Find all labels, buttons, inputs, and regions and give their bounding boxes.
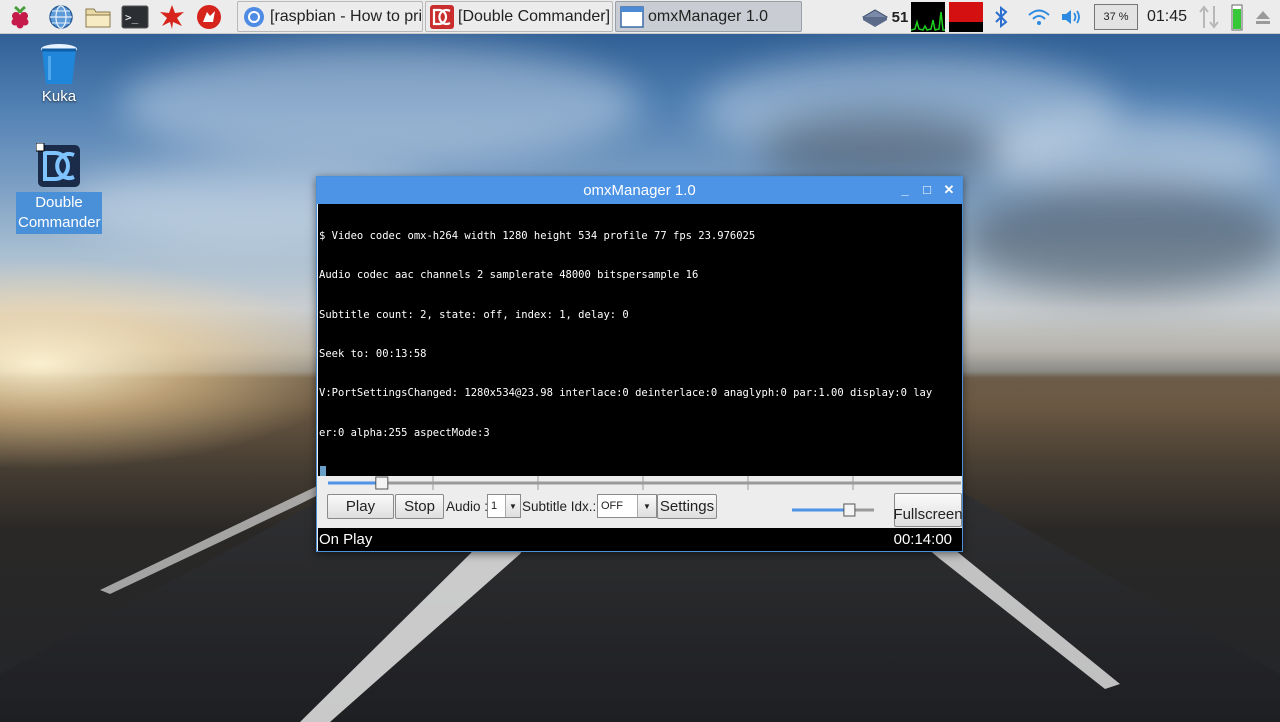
taskbar: >_ [raspbian - How to pri... [Double Com… (0, 0, 1280, 34)
playback-state: On Play (319, 531, 373, 548)
minimize-button[interactable]: _ (896, 181, 914, 199)
task-button-omxmanager[interactable]: omxManager 1.0 (615, 1, 802, 32)
label-line-2: Commander (18, 214, 101, 231)
status-bar: On Play 00:14:00 (318, 528, 962, 551)
svg-text:>_: >_ (125, 11, 139, 24)
terminal-line: Seek to: 00:13:58 (319, 348, 427, 361)
double-commander-icon (429, 4, 455, 30)
terminal-output[interactable]: $ Video codec omx-h264 width 1280 height… (318, 204, 962, 476)
subtitle-label: Subtitle Idx.: (522, 499, 597, 514)
desktop-icon-label: Double Commander (16, 192, 102, 234)
close-button[interactable]: ✕ (940, 181, 958, 199)
cpu-graph[interactable] (911, 0, 945, 34)
settings-button[interactable]: Settings (657, 494, 717, 519)
maximize-button[interactable]: □ (918, 181, 936, 199)
wolfram-icon[interactable] (195, 3, 223, 31)
terminal-icon[interactable]: >_ (121, 3, 149, 31)
volume-percent[interactable]: 37 % (1094, 4, 1138, 30)
task-button-double-commander[interactable]: [Double Commander] (425, 1, 613, 32)
raspberry-menu-icon[interactable] (6, 3, 34, 31)
desktop-icon-trash[interactable]: Kuka (16, 42, 102, 108)
trash-icon (38, 42, 80, 86)
battery-icon[interactable] (1228, 0, 1246, 34)
desktop-icon-double-commander[interactable]: Double Commander (16, 142, 102, 234)
cpu-temp-icon (860, 0, 890, 34)
desktop-icon-label: Kuka (41, 88, 77, 105)
terminal-line: V:PortSettingsChanged: 1280x534@23.98 in… (319, 387, 933, 400)
terminal-line: Subtitle count: 2, state: off, index: 1,… (319, 308, 629, 321)
window-titlebar[interactable]: omxManager 1.0 _ □ ✕ (317, 177, 962, 204)
file-manager-icon[interactable] (84, 3, 112, 31)
subtitle-select[interactable]: OFF ▼ (597, 494, 657, 518)
omxmanager-window: omxManager 1.0 _ □ ✕ $ Video codec omx-h… (316, 176, 963, 552)
wifi-icon[interactable] (1025, 0, 1053, 34)
network-arrows-icon[interactable] (1196, 0, 1222, 34)
label-line-1: Double (35, 194, 83, 211)
window-title: omxManager 1.0 (583, 182, 696, 199)
chevron-down-icon: ▼ (505, 495, 520, 517)
mathematica-icon[interactable] (158, 3, 186, 31)
task-label: omxManager 1.0 (648, 7, 769, 25)
audio-track-select[interactable]: 1 ▼ (487, 494, 521, 518)
clock[interactable]: 01:45 (1144, 0, 1190, 34)
chromium-icon (241, 4, 267, 30)
task-label: [raspbian - How to pri... (270, 7, 423, 25)
subtitle-value: OFF (601, 500, 623, 512)
cpu-temp-value: 51 (891, 8, 909, 26)
chevron-down-icon: ▼ (637, 495, 656, 517)
terminal-line: Audio codec aac channels 2 samplerate 48… (319, 269, 699, 282)
task-button-chromium[interactable]: [raspbian - How to pri... (237, 1, 423, 32)
memory-graph[interactable] (949, 0, 983, 34)
eject-icon[interactable] (1250, 0, 1276, 34)
web-browser-icon[interactable] (47, 3, 75, 31)
fullscreen-button[interactable]: Fullscreen (893, 493, 963, 527)
audio-label: Audio : (446, 499, 489, 514)
volume-slider[interactable] (791, 502, 875, 518)
task-label: [Double Commander] (458, 7, 611, 25)
seek-slider[interactable] (318, 476, 962, 492)
double-commander-icon (35, 142, 82, 189)
terminal-line: $ Video codec omx-h264 width 1280 height… (319, 230, 756, 243)
bluetooth-icon[interactable] (990, 0, 1012, 34)
window-icon (619, 4, 645, 30)
terminal-cursor-line (318, 465, 962, 476)
stop-button[interactable]: Stop (395, 494, 444, 519)
volume-icon[interactable] (1058, 0, 1086, 34)
audio-track-value: 1 (491, 500, 498, 512)
text-cursor (320, 465, 326, 476)
playback-time: 00:14:00 (893, 531, 952, 548)
terminal-line: er:0 alpha:255 aspectMode:3 (319, 426, 490, 439)
play-button[interactable]: Play (327, 494, 394, 519)
